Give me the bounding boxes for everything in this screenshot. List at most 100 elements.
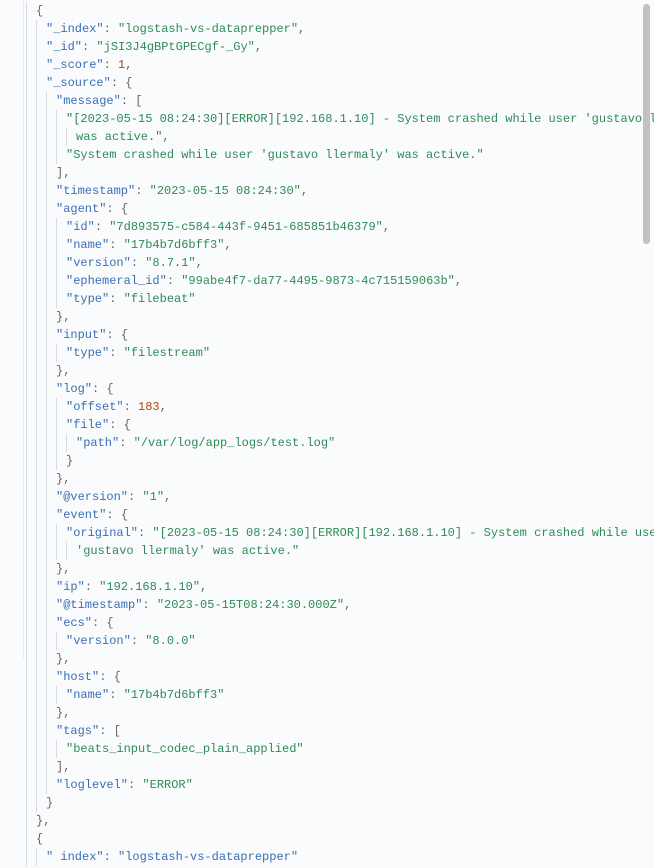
token-str: "99abe4f7-da77-4495-9873-4c715159063b" <box>181 274 455 288</box>
token-brace: { <box>121 508 128 522</box>
token-str: "8.7.1" <box>145 256 195 270</box>
token-key: "host" <box>56 670 99 684</box>
code-line: "version": "8.0.0" <box>26 632 654 650</box>
indent-guide <box>46 740 56 758</box>
token-str: "filestream" <box>124 346 210 360</box>
indent-guide <box>46 398 56 416</box>
indent-guide <box>26 326 36 344</box>
token-comma: , <box>224 238 231 252</box>
indent-guide <box>26 506 36 524</box>
code-line: ], <box>26 758 654 776</box>
token-brace: { <box>106 616 113 630</box>
indent-guide <box>36 488 46 506</box>
code-line: }, <box>26 560 654 578</box>
token-str: "17b4b7d6bff3" <box>124 238 225 252</box>
indent-guide <box>46 380 56 398</box>
token-key: "input" <box>56 328 106 342</box>
indent-guide <box>46 182 56 200</box>
code-line: }, <box>26 812 654 830</box>
code-line: "ecs": { <box>26 614 654 632</box>
indent-guide <box>36 776 46 794</box>
token-colon: : <box>128 778 142 792</box>
token-comma: , <box>43 814 50 828</box>
indent-guide <box>36 110 46 128</box>
token-colon: : <box>85 580 99 594</box>
indent-guide <box>56 524 66 542</box>
indent-guide <box>26 38 36 56</box>
token-bracket: ] <box>56 760 63 774</box>
indent-guide <box>26 236 36 254</box>
indent-guide <box>36 848 46 866</box>
code-line: "log": { <box>26 380 654 398</box>
token-comma: , <box>383 220 390 234</box>
indent-guide <box>46 704 56 722</box>
line-gutter <box>0 0 24 660</box>
token-str: "2023-05-15 08:24:30" <box>150 184 301 198</box>
code-line: }, <box>26 362 654 380</box>
indent-guide <box>26 542 36 560</box>
token-comma: , <box>63 472 70 486</box>
token-key: "name" <box>66 238 109 252</box>
token-key: "agent" <box>56 202 106 216</box>
token-comma: , <box>298 22 305 36</box>
token-colon: : <box>131 634 145 648</box>
indent-guide <box>56 272 66 290</box>
indent-guide <box>46 92 56 110</box>
indent-guide <box>56 632 66 650</box>
token-str: "ERROR" <box>142 778 192 792</box>
vertical-scrollbar[interactable] <box>643 4 650 244</box>
indent-guide <box>46 146 56 164</box>
indent-guide <box>36 560 46 578</box>
indent-guide <box>46 308 56 326</box>
indent-guide <box>36 254 46 272</box>
indent-guide <box>46 164 56 182</box>
indent-guide <box>26 218 36 236</box>
indent-guide <box>46 416 56 434</box>
code-line: "type": "filestream" <box>26 344 654 362</box>
token-str: "8.0.0" <box>145 634 195 648</box>
indent-guide <box>26 722 36 740</box>
indent-guide <box>26 578 36 596</box>
code-line: } <box>26 794 654 812</box>
indent-guide <box>46 632 56 650</box>
token-str: "[2023-05-15 08:24:30][ERROR][192.168.1.… <box>66 112 654 126</box>
token-comma: , <box>125 58 132 72</box>
indent-guide <box>26 434 36 452</box>
indent-guide <box>46 434 56 452</box>
token-str: "logstash-vs-dataprepper" <box>118 22 298 36</box>
token-comma: , <box>160 400 167 414</box>
token-key: "_index" <box>46 22 104 36</box>
token-key: "type" <box>66 346 109 360</box>
token-colon: : <box>99 670 113 684</box>
indent-guide <box>46 128 56 146</box>
token-key: "timestamp" <box>56 184 135 198</box>
indent-guide <box>26 200 36 218</box>
token-brace: { <box>121 202 128 216</box>
token-colon: : <box>109 418 123 432</box>
code-line: "input": { <box>26 326 654 344</box>
indent-guide <box>56 452 66 470</box>
token-comma: , <box>255 40 262 54</box>
indent-guide <box>36 362 46 380</box>
indent-guide <box>26 488 36 506</box>
token-colon: : <box>138 526 152 540</box>
indent-guide <box>46 200 56 218</box>
indent-guide <box>26 92 36 110</box>
indent-guide <box>36 668 46 686</box>
code-line: "host": { <box>26 668 654 686</box>
indent-guide <box>46 560 56 578</box>
token-key: "event" <box>56 508 106 522</box>
code-line: "offset": 183, <box>26 398 654 416</box>
indent-guide <box>36 272 46 290</box>
indent-guide <box>36 128 46 146</box>
token-key: "loglevel" <box>56 778 128 792</box>
code-line: "type": "filebeat" <box>26 290 654 308</box>
indent-guide <box>26 254 36 272</box>
token-colon: : <box>82 40 96 54</box>
indent-guide <box>26 290 36 308</box>
token-key: "version" <box>66 634 131 648</box>
indent-guide <box>56 290 66 308</box>
token-brace: { <box>121 328 128 342</box>
indent-guide <box>46 776 56 794</box>
indent-guide <box>36 218 46 236</box>
